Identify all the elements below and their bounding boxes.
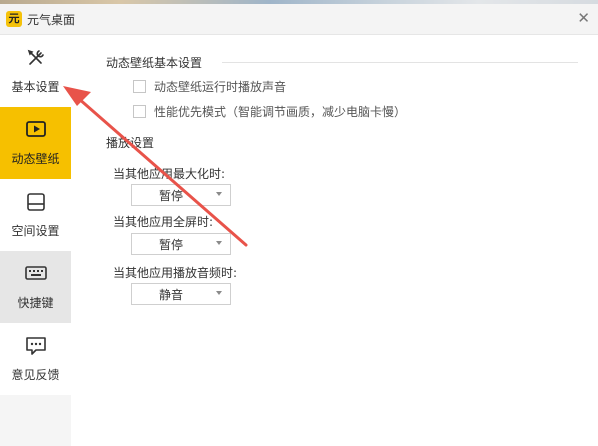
- checkbox[interactable]: [133, 105, 146, 118]
- chevron-down-icon: [216, 291, 222, 295]
- sidebar-item-label: 基本设置: [11, 80, 60, 94]
- title-bar: 元 元气桌面 ✕: [0, 4, 598, 35]
- label-fullscreen: 当其他应用全屏时:: [113, 215, 214, 229]
- option-performance-mode[interactable]: 性能优先模式（智能调节画质，减少电脑卡慢）: [133, 103, 406, 120]
- sidebar-item-live-wallpaper[interactable]: 动态壁纸: [0, 107, 71, 179]
- sidebar-item-shortcuts[interactable]: 快捷键: [0, 251, 71, 323]
- label-maximized: 当其他应用最大化时:: [113, 167, 226, 181]
- select-fullscreen[interactable]: 暂停: [131, 233, 231, 255]
- section-divider: [222, 62, 578, 63]
- close-icon[interactable]: ✕: [577, 9, 590, 27]
- option-label: 性能优先模式（智能调节画质，减少电脑卡慢）: [154, 105, 407, 119]
- drive-icon: [0, 191, 71, 211]
- select-value: 暂停: [158, 189, 183, 203]
- sidebar-item-feedback[interactable]: 意见反馈: [0, 323, 71, 395]
- option-label: 动态壁纸运行时播放声音: [154, 80, 287, 94]
- option-play-sound[interactable]: 动态壁纸运行时播放声音: [133, 78, 286, 95]
- app-logo-icon: 元: [6, 11, 22, 27]
- sidebar-item-label: 动态壁纸: [11, 152, 60, 166]
- sidebar-item-space-settings[interactable]: 空间设置: [0, 179, 71, 251]
- label-audio: 当其他应用播放音频时:: [113, 266, 238, 280]
- select-maximized[interactable]: 暂停: [131, 184, 231, 206]
- select-audio[interactable]: 静音: [131, 283, 231, 305]
- section-title-play: 播放设置: [106, 136, 155, 150]
- keyboard-icon: [0, 263, 71, 283]
- checkbox[interactable]: [133, 80, 146, 93]
- app-title: 元气桌面: [27, 13, 76, 27]
- sidebar-item-basic-settings[interactable]: 基本设置: [0, 35, 71, 107]
- chevron-down-icon: [216, 241, 222, 245]
- chevron-down-icon: [216, 192, 222, 196]
- select-value: 静音: [158, 288, 183, 302]
- play-video-icon: [0, 119, 71, 139]
- sidebar-item-label: 快捷键: [17, 296, 54, 310]
- select-value: 暂停: [158, 238, 183, 252]
- sidebar-item-label: 意见反馈: [11, 368, 60, 382]
- sidebar: 基本设置 动态壁纸 空间设置 快捷键 意见反馈: [0, 35, 71, 446]
- sidebar-item-label: 空间设置: [11, 224, 60, 238]
- feedback-chat-icon: [0, 335, 71, 355]
- section-title-basic: 动态壁纸基本设置: [106, 56, 203, 70]
- wrench-screwdriver-icon: [0, 47, 71, 67]
